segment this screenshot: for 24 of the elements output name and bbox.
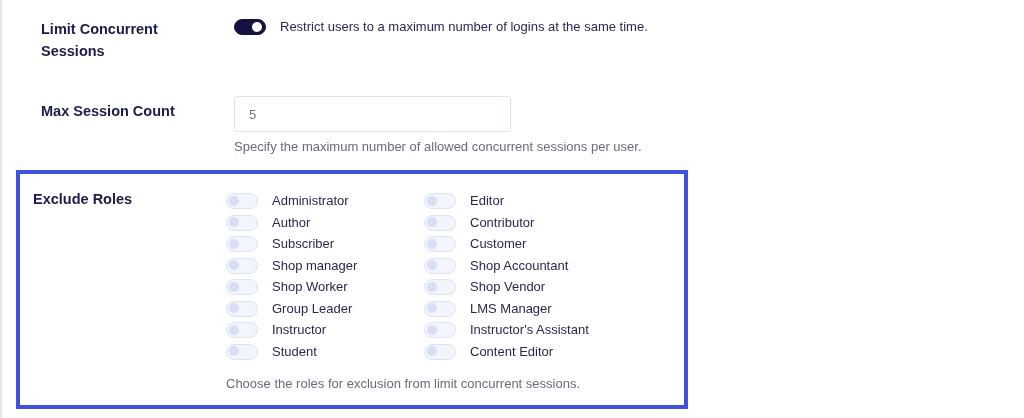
setting-label: Exclude Roles <box>33 190 134 209</box>
role-label: Customer <box>470 235 527 253</box>
help-text: Specify the maximum number of allowed concurrent sessions per user. <box>234 138 643 156</box>
role-label: Student <box>272 342 317 361</box>
setting-description: Restrict users to a maximum number of logins at the same time. <box>280 18 648 36</box>
role-label: LMS Manager <box>470 299 552 318</box>
role-label: Contributor <box>470 213 535 232</box>
role-label: Subscriber <box>272 235 335 253</box>
role-label: Editor <box>470 192 504 210</box>
role-label: Shop Vendor <box>470 278 546 296</box>
role-label: Administrator <box>272 192 349 210</box>
role-label: Content Editor <box>470 342 554 361</box>
help-text: Choose the roles for exclusion from limit concurrent sessions. <box>226 374 582 393</box>
role-label: Shop manager <box>272 256 358 275</box>
role-label: Shop Worker <box>272 278 348 296</box>
input-field[interactable]: 5 <box>234 96 511 132</box>
setting-label: Limit Concurrent Sessions <box>41 20 159 61</box>
setting-label: Max Session Count <box>41 102 176 121</box>
role-label: Instructor's Assistant <box>470 321 589 339</box>
role-label: Group Leader <box>272 299 353 318</box>
toggle-switch[interactable] <box>234 19 266 35</box>
role-label: Author <box>272 213 311 232</box>
role-label: Shop Accountant <box>470 256 569 275</box>
role-label: Instructor <box>272 321 327 339</box>
